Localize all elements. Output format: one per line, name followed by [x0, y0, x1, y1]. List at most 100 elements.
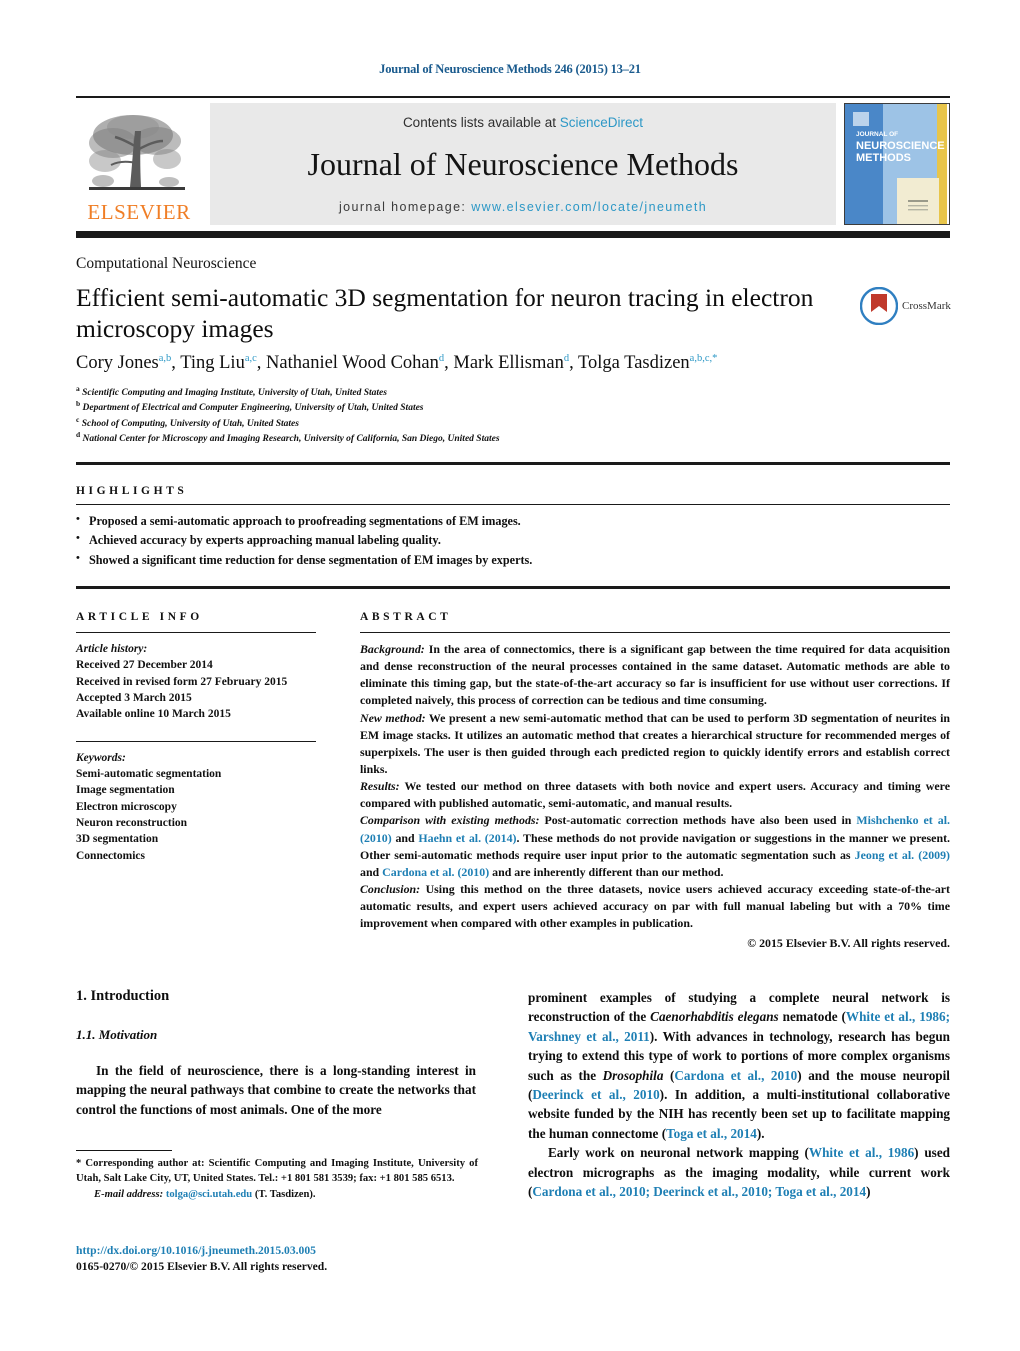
abstract-text-background: In the area of connectomics, there is a …	[360, 642, 950, 708]
list-item: Showed a significant time reduction for …	[76, 550, 950, 570]
abstract-label-comparison: Comparison with existing methods:	[360, 813, 540, 828]
crossmark-icon	[860, 287, 898, 325]
article-info-rule	[76, 632, 316, 633]
elsevier-wordmark: ELSEVIER	[87, 200, 191, 224]
author-entry: Ting Liua,c	[180, 353, 257, 373]
affiliation-mark: a	[76, 383, 80, 393]
author-entry: Cory Jonesa,b	[76, 353, 171, 373]
svg-text:JOURNAL OF: JOURNAL OF	[856, 131, 898, 138]
running-head: Journal of Neuroscience Methods 246 (201…	[379, 62, 641, 76]
citation-link[interactable]: Toga et al., 2014	[666, 1126, 757, 1141]
highlights-list: Proposed a semi-automatic approach to pr…	[76, 511, 950, 570]
journal-homepage-line: journal homepage: www.elsevier.com/locat…	[339, 200, 707, 214]
body-text-run: Early work on neuronal network mapping (	[548, 1145, 809, 1161]
title-block: Efficient semi-automatic 3D segmentation…	[76, 282, 816, 344]
abstract-paragraph-conclusion: Conclusion: Using this method on the thr…	[360, 881, 950, 932]
email-address-label: E-mail address:	[94, 1188, 164, 1200]
keyword-item: Neuron reconstruction	[76, 816, 188, 829]
keywords-rule	[76, 740, 316, 742]
abstract-text-comparison-1: Post-automatic correction methods have a…	[539, 813, 857, 828]
abstract-label-background: Background:	[360, 642, 425, 656]
abstract-text-comparison-5: and are inherently different than our me…	[489, 864, 724, 879]
abstract-paragraph-comparison: Comparison with existing methods: Post-a…	[360, 812, 950, 881]
journal-cover-art: JOURNAL OF NEUROSCIENCE METHODS	[845, 104, 947, 224]
affiliation-text: Department of Electrical and Computer En…	[82, 403, 424, 414]
citation-link[interactable]: Jeong et al. (2009)	[855, 848, 950, 862]
abstract-text-comparison-4: and	[360, 864, 383, 879]
citation-link[interactable]: Deerinck et al., 2010	[532, 1087, 659, 1102]
heading-introduction: 1. Introduction	[76, 988, 170, 1004]
affiliation-text: Scientific Computing and Imaging Institu…	[82, 388, 387, 398]
abstract-text-conclusion: Using this method on the three datasets,…	[360, 881, 950, 931]
sciencedirect-link[interactable]: ScienceDirect	[560, 115, 643, 130]
citation-link[interactable]: Cardona et al. (2010)	[382, 865, 489, 879]
author-name: Nathaniel Wood Cohan	[266, 353, 439, 373]
body-column-right: prominent examples of studying a complet…	[528, 988, 950, 1201]
highlights-heading: HIGHLIGHTS	[76, 485, 188, 497]
author-affil-marks: a,b	[158, 352, 172, 364]
masthead-top-rule	[76, 96, 950, 98]
article-info-panel: ARTICLE INFO Article history: Received 2…	[76, 611, 316, 864]
body-text-run: nematode (	[778, 1009, 846, 1025]
body-text-run: (	[663, 1067, 675, 1083]
issn-copyright-line: 0165-0270/© 2015 Elsevier B.V. All right…	[76, 1260, 328, 1274]
article-info-heading: ARTICLE INFO	[76, 611, 203, 623]
affiliation-item: d National Center for Microscopy and Ima…	[76, 431, 896, 447]
highlights-divider-rule	[76, 504, 950, 505]
body-text-run: ).	[756, 1125, 765, 1141]
history-line: Received in revised form 27 February 201…	[76, 675, 288, 688]
footnote-separator-rule	[76, 1150, 172, 1151]
history-line: Received 27 December 2014	[76, 659, 213, 672]
body-paragraph: In the field of neuroscience, there is a…	[76, 1063, 476, 1117]
citation-link[interactable]: White et al., 1986	[809, 1145, 914, 1160]
abstract-text-results: We tested our method on three datasets w…	[360, 779, 950, 811]
abstract-heading: ABSTRACT	[360, 611, 452, 623]
keywords-label: Keywords:	[76, 751, 126, 764]
email-owner: (T. Tasdizen).	[252, 1188, 316, 1200]
keyword-item: Electron microscopy	[76, 800, 177, 813]
article-history-block: Article history: Received 27 December 20…	[76, 641, 316, 723]
author-name: Tolga Tasdizen	[578, 353, 690, 373]
abstract-paragraph-results: Results: We tested our method on three d…	[360, 778, 950, 812]
citation-link[interactable]: Cardona et al., 2010	[674, 1068, 797, 1083]
email-link[interactable]: tolga@sci.utah.edu	[166, 1189, 252, 1200]
abstract-paragraph-background: Background: In the area of connectomics,…	[360, 641, 950, 710]
affiliation-text: National Center for Microscopy and Imagi…	[82, 434, 500, 445]
species-name: Drosophila	[602, 1067, 664, 1083]
abstract-label-results: Results:	[360, 779, 400, 794]
journal-homepage-link[interactable]: www.elsevier.com/locate/jneumeth	[471, 200, 707, 214]
author-affil-marks: a,b,c,*	[689, 352, 718, 364]
doi-link[interactable]: http://dx.doi.org/10.1016/j.jneumeth.201…	[76, 1243, 496, 1259]
crossmark-badge[interactable]: CrossMark	[860, 285, 956, 327]
author-sep: ,	[171, 353, 181, 373]
citation-link[interactable]: Haehn et al. (2014)	[418, 831, 516, 845]
masthead-center-panel: Contents lists available at ScienceDirec…	[210, 103, 836, 225]
affiliation-mark: c	[76, 414, 80, 424]
body-column-left: 1. Introduction 1.1. Motivation In the f…	[76, 988, 476, 1119]
abstract-paragraph-newmethod: New method: We present a new semi-automa…	[360, 710, 950, 779]
keyword-item: Connectomics	[76, 849, 145, 862]
keyword-item: 3D segmentation	[76, 833, 159, 846]
author-name: Cory Jones	[76, 353, 159, 373]
article-history-label: Article history:	[76, 643, 148, 655]
history-line: Available online 10 March 2015	[76, 708, 231, 721]
journal-cover-thumbnail: JOURNAL OF NEUROSCIENCE METHODS	[844, 103, 950, 225]
citation-link[interactable]: Cardona et al., 2010; Deerinck et al., 2…	[532, 1184, 866, 1199]
heading-motivation: 1.1. Motivation	[76, 1027, 158, 1042]
abstract-panel: ABSTRACT Background: In the area of conn…	[360, 611, 950, 951]
author-list: Cory Jonesa,b, Ting Liua,c, Nathaniel Wo…	[76, 352, 876, 374]
footnote-block: * Corresponding author at: Scientific Co…	[76, 1156, 478, 1202]
affiliation-mark: b	[76, 399, 81, 409]
author-name: Mark Ellisman	[453, 353, 564, 373]
affiliation-item: a Scientific Computing and Imaging Insti…	[76, 383, 896, 401]
corresponding-author-note: * Corresponding author at: Scientific Co…	[76, 1158, 478, 1185]
abstract-label-newmethod: New method:	[360, 710, 426, 725]
body-paragraph: Early work on neuronal network mapping (…	[528, 1143, 950, 1201]
author-entry: Tolga Tasdizena,b,c,*	[578, 353, 717, 373]
abstract-body: Background: In the area of connectomics,…	[360, 641, 950, 932]
author-sep: ,	[444, 353, 454, 373]
doi-block: http://dx.doi.org/10.1016/j.jneumeth.201…	[76, 1243, 496, 1276]
paper-page: Journal of Neuroscience Methods 246 (201…	[0, 0, 1020, 1351]
svg-text:METHODS: METHODS	[856, 152, 911, 164]
author-name: Ting Liu	[180, 353, 245, 373]
